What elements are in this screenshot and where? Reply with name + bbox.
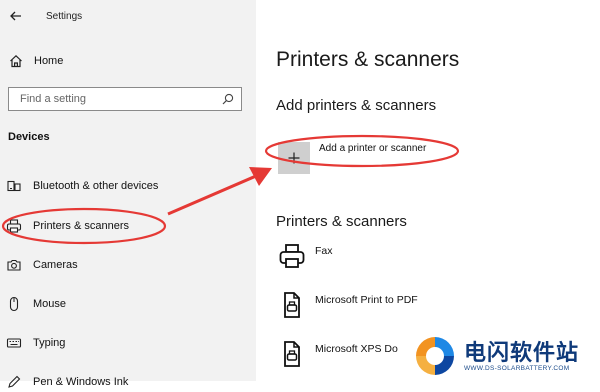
sidebar-item-cameras[interactable]: Cameras (6, 255, 78, 275)
camera-icon (7, 259, 21, 271)
sidebar-item-pen[interactable]: Pen & Windows Ink (6, 372, 128, 392)
printer-name: Microsoft XPS Do (315, 343, 398, 355)
page-title: Printers & scanners (276, 48, 460, 71)
search-box[interactable] (8, 87, 242, 111)
search-input[interactable] (18, 92, 221, 106)
printer-item[interactable]: Microsoft XPS Do (278, 340, 398, 368)
document-printer-icon (284, 292, 300, 318)
watermark: 电闪软件站 WWW.DS-SOLARBATTERY.COM (412, 331, 600, 381)
home-label: Home (34, 55, 64, 67)
printer-name: Fax (315, 245, 333, 257)
pen-icon (8, 375, 21, 388)
window-title: Settings (46, 10, 83, 22)
document-printer-icon (284, 341, 300, 367)
mouse-icon (9, 296, 19, 312)
printer-name: Microsoft Print to PDF (315, 294, 418, 306)
watermark-url: WWW.DS-SOLARBATTERY.COM (464, 364, 570, 372)
printer-icon (279, 244, 305, 268)
printers-section-title: Printers & scanners (276, 213, 407, 230)
printer-item[interactable]: Microsoft Print to PDF (278, 291, 418, 319)
sidebar-item-label: Mouse (33, 298, 67, 310)
sidebar-item-label: Cameras (33, 259, 78, 271)
printer-item[interactable]: Fax (278, 242, 333, 270)
sidebar-item-printers[interactable]: Printers & scanners (6, 216, 129, 236)
main-content: Printers & scanners Add printers & scann… (256, 0, 600, 381)
sidebar-item-label: Printers & scanners (33, 220, 129, 232)
keyboard-icon (6, 338, 22, 348)
sidebar-item-home[interactable]: Home (8, 53, 63, 69)
sidebar-item-label: Pen & Windows Ink (33, 376, 129, 388)
bluetooth-devices-icon (7, 180, 21, 192)
watermark-logo-icon (416, 337, 454, 375)
back-arrow-icon[interactable] (8, 8, 24, 24)
sidebar-item-label: Typing (33, 337, 66, 349)
sidebar-item-typing[interactable]: Typing (6, 333, 65, 353)
add-section-title: Add printers & scanners (276, 97, 437, 114)
search-icon[interactable] (221, 92, 235, 106)
add-printer-button[interactable] (278, 142, 310, 174)
home-icon (10, 54, 22, 68)
sidebar-item-mouse[interactable]: Mouse (6, 294, 66, 314)
sidebar-item-label: Bluetooth & other devices (33, 180, 159, 192)
title-bar: Settings (8, 8, 82, 24)
add-printer-label[interactable]: Add a printer or scanner (319, 143, 426, 154)
sidebar-item-bluetooth[interactable]: Bluetooth & other devices (6, 176, 158, 196)
plus-icon (288, 152, 300, 164)
sidebar: Settings Home Devices Bluetooth & other … (0, 0, 256, 388)
printer-icon (6, 219, 22, 233)
section-title-devices: Devices (8, 131, 50, 143)
watermark-text: 电闪软件站 (464, 339, 580, 365)
